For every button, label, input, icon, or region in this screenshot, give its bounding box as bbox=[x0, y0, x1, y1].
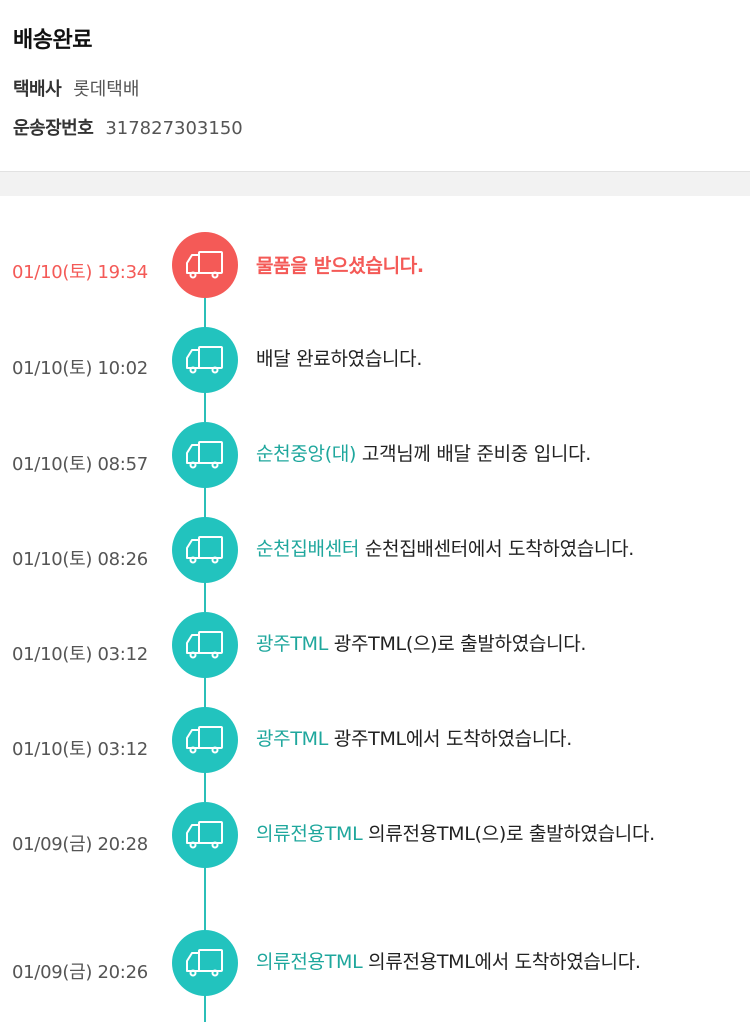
section-divider bbox=[0, 172, 750, 196]
event-location: 의류전용TML bbox=[256, 823, 363, 845]
tracking-timeline bbox=[0, 196, 750, 1022]
event-message-text: 물품을 받으셨습니다. bbox=[256, 255, 424, 277]
courier-value: 롯데택배 bbox=[73, 79, 140, 100]
event-message: 의류전용TML 의류전용TML(으)로 출발하였습니다. bbox=[256, 820, 711, 848]
event-location: 광주TML bbox=[256, 633, 329, 655]
truck-icon bbox=[172, 707, 238, 773]
truck-icon bbox=[172, 517, 238, 583]
truck-icon bbox=[172, 612, 238, 678]
tracking-number-row: 운송장번호 317827303150 bbox=[13, 114, 243, 140]
event-time: 01/10(토) 08:26 bbox=[12, 549, 148, 570]
truck-icon bbox=[172, 327, 238, 393]
truck-icon bbox=[172, 422, 238, 488]
event-message: 광주TML 광주TML에서 도착하였습니다. bbox=[256, 725, 726, 753]
delivery-header: 배송완료 택배사 롯데택배 운송장번호 317827303150 bbox=[0, 0, 750, 172]
event-location: 광주TML bbox=[256, 728, 329, 750]
event-time: 01/10(토) 08:57 bbox=[12, 454, 148, 475]
event-message: 순천집배센터 순천집배센터에서 도착하였습니다. bbox=[256, 535, 726, 563]
event-location: 의류전용TML bbox=[256, 951, 363, 973]
event-message: 광주TML 광주TML(으)로 출발하였습니다. bbox=[256, 630, 726, 658]
event-message-text: 광주TML(으)로 출발하였습니다. bbox=[333, 633, 587, 655]
tracking-number-label: 운송장번호 bbox=[13, 118, 94, 139]
tracking-number-value[interactable]: 317827303150 bbox=[105, 118, 242, 139]
event-message: 순천중앙(대) 고객님께 배달 준비중 입니다. bbox=[256, 440, 726, 468]
event-message-text: 의류전용TML(으)로 출발하였습니다. bbox=[368, 823, 655, 845]
event-time: 01/10(토) 19:34 bbox=[12, 262, 148, 283]
truck-icon bbox=[172, 232, 238, 298]
event-message-text: 의류전용TML에서 도착하였습니다. bbox=[368, 951, 641, 973]
event-message-text: 고객님께 배달 준비중 입니다. bbox=[361, 443, 592, 465]
truck-icon bbox=[172, 802, 238, 868]
courier-row: 택배사 롯데택배 bbox=[13, 75, 139, 101]
event-time: 01/10(토) 10:02 bbox=[12, 358, 148, 379]
event-time: 01/09(금) 20:26 bbox=[12, 962, 148, 983]
event-message: 배달 완료하였습니다. bbox=[256, 345, 726, 373]
event-time: 01/10(토) 03:12 bbox=[12, 739, 148, 760]
event-message: 물품을 받으셨습니다. bbox=[256, 252, 726, 280]
event-message-text: 광주TML에서 도착하였습니다. bbox=[333, 728, 572, 750]
event-message-text: 순천집배센터에서 도착하였습니다. bbox=[364, 538, 635, 560]
event-time: 01/10(토) 03:12 bbox=[12, 644, 148, 665]
delivery-status-title: 배송완료 bbox=[13, 28, 92, 53]
courier-label: 택배사 bbox=[13, 79, 62, 100]
event-location: 순천집배센터 bbox=[256, 538, 360, 560]
truck-icon bbox=[172, 930, 238, 996]
event-time: 01/09(금) 20:28 bbox=[12, 834, 148, 855]
event-message-text: 배달 완료하였습니다. bbox=[256, 348, 423, 370]
event-location: 순천중앙(대) bbox=[256, 443, 357, 465]
event-message: 의류전용TML 의류전용TML에서 도착하였습니다. bbox=[256, 948, 726, 976]
